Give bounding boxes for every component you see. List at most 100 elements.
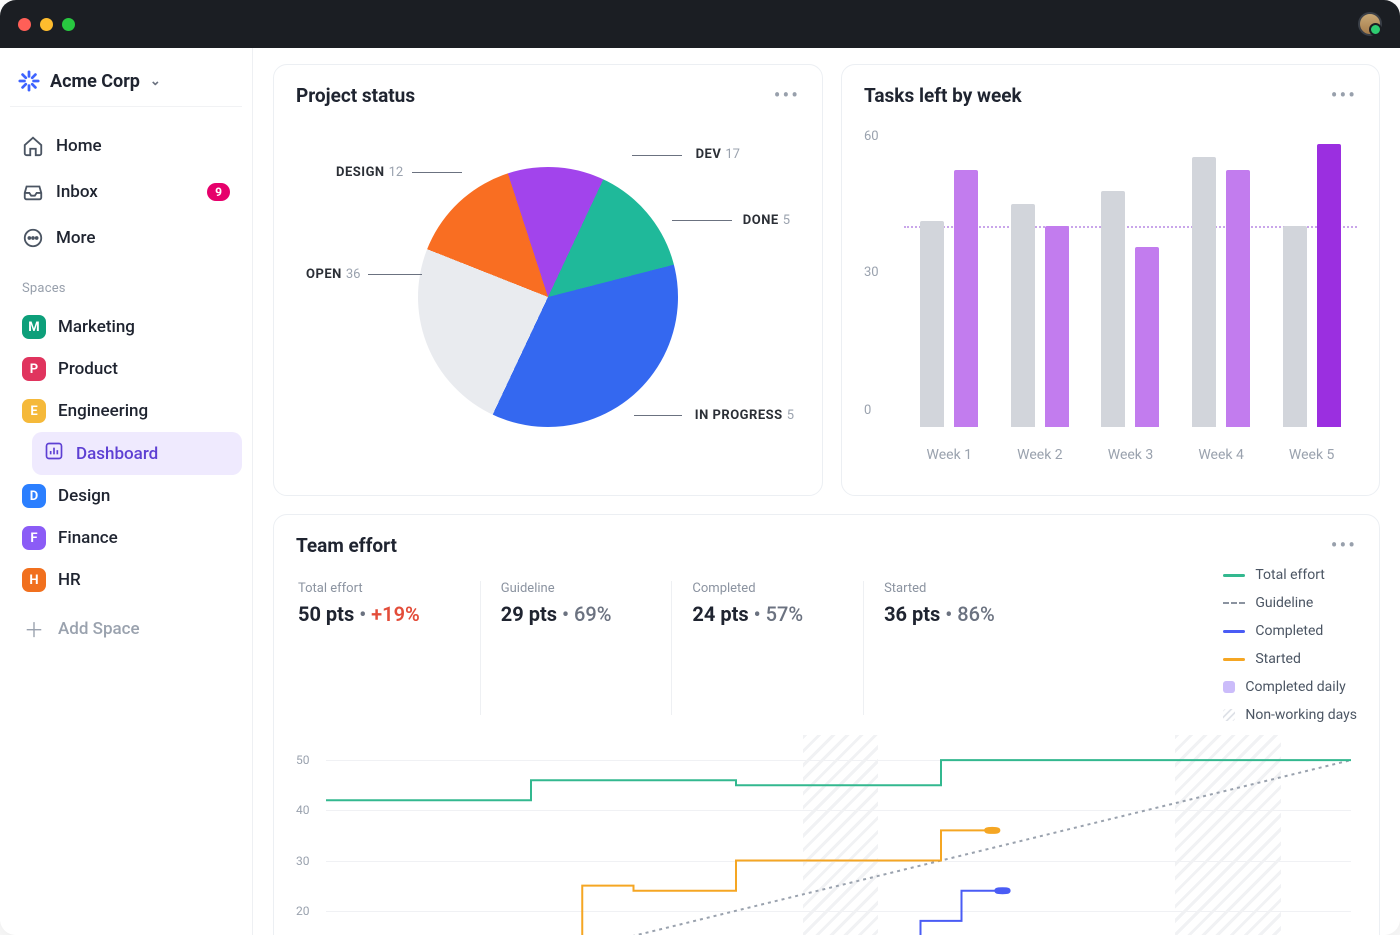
- space-badge-icon: M: [22, 315, 46, 339]
- card-menu-team-effort[interactable]: •••: [1331, 533, 1357, 557]
- space-badge-icon: F: [22, 526, 46, 550]
- sidebar-item-dashboard[interactable]: Dashboard: [32, 432, 242, 475]
- bar-xlabel: Week 4: [1198, 447, 1244, 463]
- space-label: Design: [58, 486, 110, 506]
- space-label: Marketing: [58, 317, 135, 337]
- close-window-icon[interactable]: [18, 18, 31, 31]
- stat-guideline: Guideline 29 pts • 69%: [480, 581, 612, 715]
- pie-label-open: OPEN36: [306, 267, 360, 282]
- space-item-product[interactable]: P Product: [10, 348, 242, 390]
- bar-ytick-30: 30: [864, 265, 879, 280]
- pie-label-design: DESIGN12: [336, 165, 403, 180]
- maximize-window-icon[interactable]: [62, 18, 75, 31]
- legend-started: Started: [1223, 651, 1357, 667]
- bar-group: [1005, 204, 1075, 427]
- space-item-hr[interactable]: H HR: [10, 559, 242, 601]
- space-label: HR: [58, 570, 81, 590]
- bar: [954, 170, 978, 427]
- card-menu-tasks-left[interactable]: •••: [1331, 83, 1357, 107]
- space-item-design[interactable]: D Design: [10, 475, 242, 517]
- bar: [1135, 247, 1159, 427]
- user-avatar[interactable]: [1358, 12, 1382, 36]
- stat-label: Started: [884, 581, 995, 596]
- workspace-name: Acme Corp: [50, 71, 140, 92]
- team-effort-legend: Total effort Guideline Completed Started…: [1223, 567, 1357, 723]
- bar: [1011, 204, 1035, 427]
- bar-groups: [904, 127, 1357, 427]
- pie-graphic: [384, 133, 712, 461]
- bar-group: [1277, 144, 1347, 427]
- space-label: Engineering: [58, 401, 148, 421]
- bar: [1192, 157, 1216, 427]
- stat-label: Guideline: [501, 581, 612, 596]
- effort-ytick: 40: [296, 803, 310, 817]
- space-badge-icon: P: [22, 357, 46, 381]
- stat-value: 36 pts • 86%: [884, 602, 995, 626]
- bar-xlabel: Week 3: [1108, 447, 1154, 463]
- bar-xlabels: Week 1Week 2Week 3Week 4Week 5: [904, 447, 1357, 463]
- card-project-status: Project status ••• DEV17 DONE5 IN PROGRE…: [273, 64, 823, 496]
- bar: [1045, 226, 1069, 427]
- titlebar: [0, 0, 1400, 48]
- card-menu-project-status[interactable]: •••: [774, 83, 800, 107]
- window-controls: [18, 18, 75, 31]
- nav-inbox[interactable]: Inbox 9: [10, 171, 242, 213]
- bar-xlabel: Week 5: [1289, 447, 1335, 463]
- bar: [1283, 226, 1307, 427]
- team-effort-chart: 20304050: [296, 735, 1357, 935]
- space-label: Finance: [58, 528, 118, 548]
- bar-group: [914, 170, 984, 427]
- bar: [1101, 191, 1125, 427]
- bar-group: [1186, 157, 1256, 427]
- space-item-marketing[interactable]: M Marketing: [10, 306, 242, 348]
- legend-non-working: Non-working days: [1223, 707, 1357, 723]
- bar: [920, 221, 944, 427]
- bar-group: [1095, 191, 1165, 427]
- pie-chart: DEV17 DONE5 IN PROGRESS5 OPEN36 DESIGN12: [296, 117, 800, 477]
- bar-chart: 60 30 0 Week 1Week 2Week 3Week 4Week 5: [864, 117, 1357, 477]
- card-title-project-status: Project status: [296, 84, 415, 107]
- card-tasks-left: Tasks left by week ••• 60 30 0 Week 1Wee…: [841, 64, 1380, 496]
- space-item-engineering[interactable]: E Engineering: [10, 390, 242, 432]
- sidebar: Acme Corp ⌄ Home Inbox 9 More: [0, 48, 253, 935]
- legend-completed: Completed: [1223, 623, 1357, 639]
- bar: [1226, 170, 1250, 427]
- workspace-switcher[interactable]: Acme Corp ⌄: [10, 64, 242, 107]
- space-badge-icon: E: [22, 399, 46, 423]
- nav-home[interactable]: Home: [10, 125, 242, 167]
- bar-ytick-60: 60: [864, 129, 879, 144]
- team-effort-stats: Total effort50 pts • +19% Guideline 29 pts…: [296, 567, 997, 723]
- nav-more-label: More: [56, 228, 95, 248]
- stat-value: 50 pts • +19%: [298, 602, 420, 626]
- chevron-down-icon: ⌄: [150, 74, 161, 89]
- nav-more[interactable]: More: [10, 217, 242, 259]
- card-team-effort: Team effort ••• Total effort50 pts • +19…: [273, 514, 1380, 935]
- stat-total-effort: Total effort50 pts • +19%: [298, 581, 420, 715]
- main-content: Project status ••• DEV17 DONE5 IN PROGRE…: [253, 48, 1400, 935]
- inbox-badge: 9: [207, 183, 230, 201]
- add-space-label: Add Space: [58, 619, 140, 639]
- space-badge-icon: H: [22, 568, 46, 592]
- stat-value: 24 pts • 57%: [692, 602, 803, 626]
- spaces-list: M Marketing P Product E Engineering Dashboard D…: [10, 306, 242, 601]
- space-badge-icon: D: [22, 484, 46, 508]
- card-title-team-effort: Team effort: [296, 534, 397, 557]
- effort-ytick: 30: [296, 854, 310, 868]
- spaces-section-label: Spaces: [10, 263, 242, 302]
- dashboard-label: Dashboard: [76, 444, 158, 464]
- inbox-icon: [22, 181, 44, 203]
- more-icon: [22, 227, 44, 249]
- bar-xlabel: Week 2: [1017, 447, 1063, 463]
- effort-ytick: 50: [296, 753, 310, 767]
- stat-label: Completed: [692, 581, 803, 596]
- legend-total: Total effort: [1223, 567, 1357, 583]
- dashboard-icon: [44, 441, 64, 466]
- stat-completed: Completed 24 pts • 57%: [671, 581, 803, 715]
- space-item-finance[interactable]: F Finance: [10, 517, 242, 559]
- space-label: Product: [58, 359, 118, 379]
- add-space-button[interactable]: ＋ Add Space: [10, 605, 242, 652]
- nav-inbox-label: Inbox: [56, 182, 98, 202]
- pie-label-dev: DEV17: [696, 147, 740, 162]
- stat-value: 29 pts • 69%: [501, 602, 612, 626]
- minimize-window-icon[interactable]: [40, 18, 53, 31]
